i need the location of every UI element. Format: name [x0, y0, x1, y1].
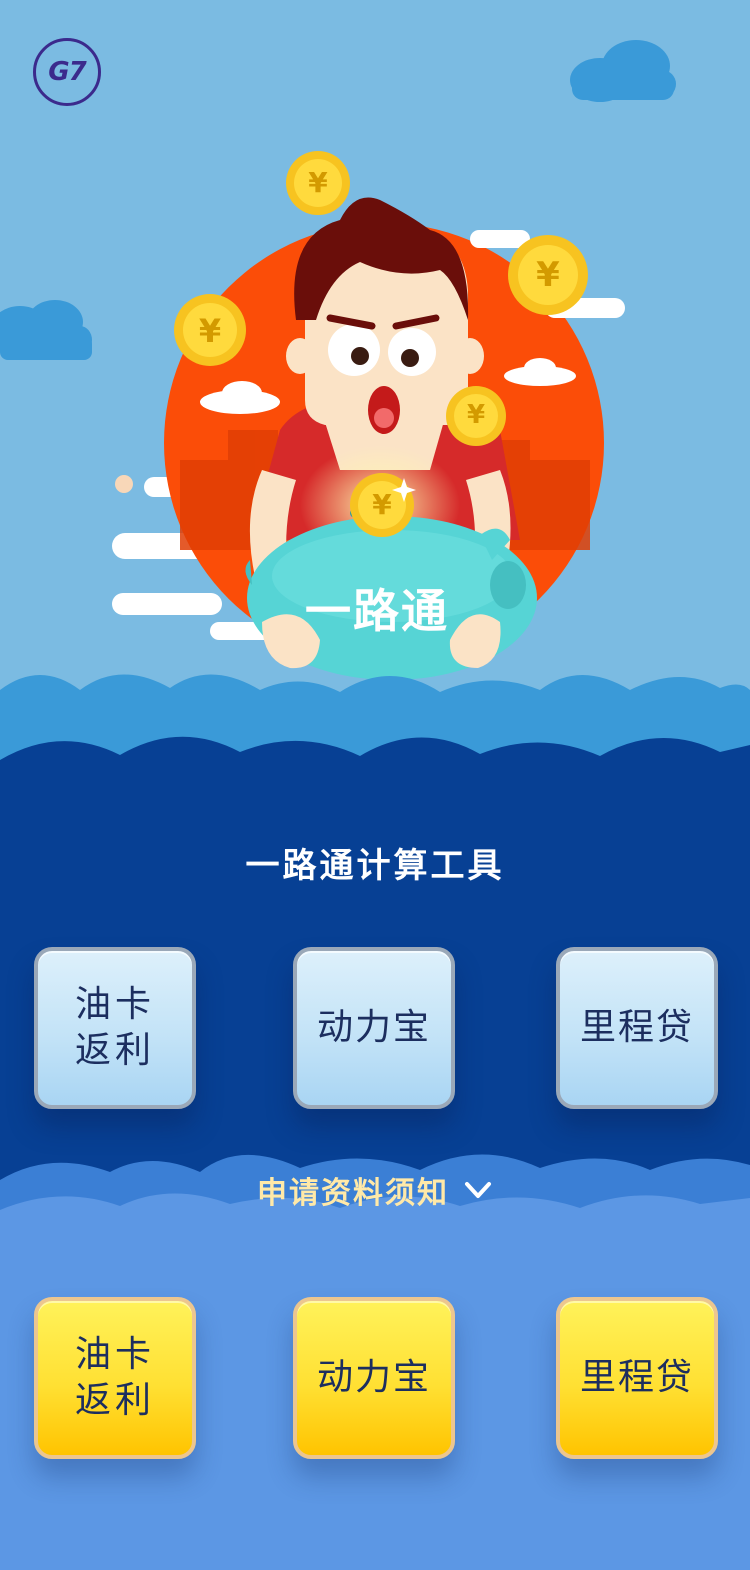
coin-symbol: ¥ — [198, 312, 222, 350]
page: 一路通 ¥ ¥ ¥ ¥ ¥ G7 一路通计算工具 油卡返利 动力宝 里程贷 申请… — [0, 0, 750, 1570]
button-label: 动力宝 — [316, 1007, 431, 1048]
dot — [115, 475, 133, 493]
button-label: 动力宝 — [316, 1357, 431, 1398]
cloud-icon — [570, 40, 676, 102]
materials-button-power-treasure[interactable]: 动力宝 — [293, 1297, 455, 1459]
g7-logo[interactable]: G7 — [33, 38, 101, 106]
chevron-down-icon — [465, 1182, 491, 1198]
coin-symbol: ¥ — [372, 488, 392, 521]
button-label: 油卡返利 — [74, 1334, 155, 1421]
tool-button-mileage-loan[interactable]: 里程贷 — [556, 947, 718, 1109]
piggy-bank-label: 一路通 — [305, 584, 449, 638]
materials-button-oil-card-rebate[interactable]: 油卡返利 — [34, 1297, 196, 1459]
button-label: 油卡返利 — [74, 984, 155, 1071]
materials-button-mileage-loan[interactable]: 里程贷 — [556, 1297, 718, 1459]
application-notice-toggle[interactable]: 申请资料须知 — [0, 1168, 750, 1212]
button-label: 里程贷 — [579, 1357, 694, 1398]
tools-section-title: 一路通计算工具 — [245, 846, 505, 886]
tools-button-row: 油卡返利 动力宝 里程贷 — [0, 947, 750, 1117]
materials-button-row: 油卡返利 动力宝 里程贷 — [0, 1297, 750, 1467]
notice-label: 申请资料须知 — [257, 1176, 449, 1211]
tool-button-oil-card-rebate[interactable]: 油卡返利 — [34, 947, 196, 1109]
logo-text: G7 — [48, 57, 86, 87]
tool-button-power-treasure[interactable]: 动力宝 — [293, 947, 455, 1109]
button-label: 里程贷 — [579, 1007, 694, 1048]
coin-symbol: ¥ — [466, 400, 486, 430]
cloud-icon — [0, 300, 92, 360]
coin-symbol: ¥ — [536, 255, 560, 295]
coin-symbol: ¥ — [308, 166, 328, 199]
